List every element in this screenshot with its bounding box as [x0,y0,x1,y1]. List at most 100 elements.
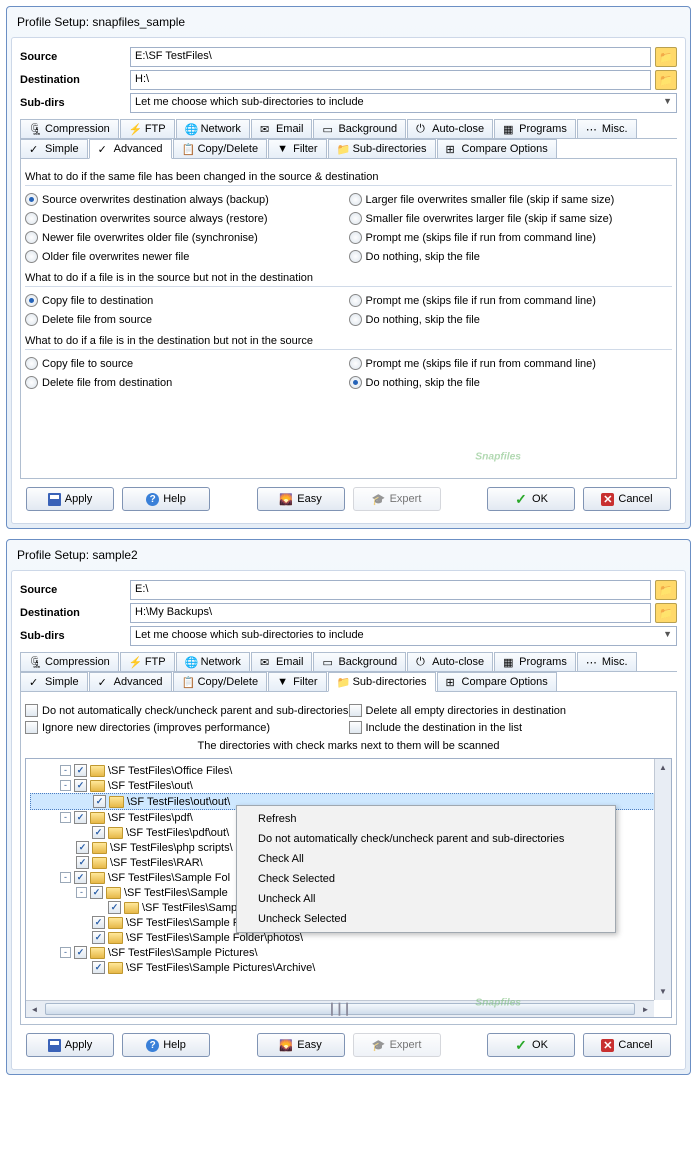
tab-background[interactable]: ▭Background [313,652,406,671]
tab-misc[interactable]: ⋯Misc. [577,652,637,671]
menu-uncheck-all[interactable]: Uncheck All [240,889,612,909]
ok-button[interactable]: ✓OK [487,487,575,511]
destination-input[interactable]: H:\ [130,70,651,90]
tree-checkbox[interactable] [92,931,105,944]
expander-icon[interactable]: - [60,947,71,958]
directory-tree[interactable]: -\SF TestFiles\Office Files\-\SF TestFil… [25,758,672,1018]
source-browse-button[interactable]: 📁 [655,580,677,600]
tree-item[interactable]: -\SF TestFiles\out\ [30,778,667,793]
scroll-up-icon[interactable]: ▲ [655,759,671,776]
cancel-button[interactable]: ✕Cancel [583,1033,671,1057]
destination-browse-button[interactable]: 📁 [655,70,677,90]
expander-icon[interactable]: - [60,872,71,883]
check-include-dest[interactable] [349,721,362,734]
radio-skip-c[interactable] [349,376,362,389]
tree-checkbox[interactable] [76,856,89,869]
tab-background[interactable]: ▭Background [313,119,406,138]
tab-ftp[interactable]: ⚡FTP [120,119,175,138]
tab-subdirectories[interactable]: 📁Sub-directories [328,672,436,692]
tab-simple[interactable]: ✓Simple [20,672,88,691]
radio-prompt-a[interactable] [349,231,362,244]
source-browse-button[interactable]: 📁 [655,47,677,67]
radio-dest-overwrite[interactable] [25,212,38,225]
tab-compression[interactable]: 🗜Compression [20,652,119,671]
tab-email[interactable]: ✉Email [251,119,313,138]
radio-prompt-c[interactable] [349,357,362,370]
subdirs-dropdown[interactable]: Let me choose which sub-directories to i… [130,626,677,646]
tree-checkbox[interactable] [108,901,121,914]
radio-delete-from-src[interactable] [25,313,38,326]
source-input[interactable]: E:\ [130,580,651,600]
tree-item[interactable]: \SF TestFiles\Sample Pictures\Archive\ [30,960,667,975]
radio-skip-a[interactable] [349,250,362,263]
tree-checkbox[interactable] [90,886,103,899]
tree-checkbox[interactable] [74,871,87,884]
horizontal-scrollbar[interactable]: ◄ ┃┃┃ ► [26,1000,654,1017]
help-button[interactable]: ?Help [122,1033,210,1057]
tab-advanced[interactable]: ✓Advanced [89,139,172,159]
scroll-left-icon[interactable]: ◄ [26,1001,43,1017]
easy-button[interactable]: 🌄Easy [257,487,345,511]
tab-ftp[interactable]: ⚡FTP [120,652,175,671]
radio-newer[interactable] [25,231,38,244]
tree-checkbox[interactable] [74,811,87,824]
check-no-auto[interactable] [25,704,38,717]
radio-older[interactable] [25,250,38,263]
tree-checkbox[interactable] [93,795,106,808]
tree-item[interactable]: -\SF TestFiles\Office Files\ [30,763,667,778]
cancel-button[interactable]: ✕Cancel [583,487,671,511]
subdirs-dropdown[interactable]: Let me choose which sub-directories to i… [130,93,677,113]
menu-check-all[interactable]: Check All [240,849,612,869]
tree-checkbox[interactable] [76,841,89,854]
tab-simple[interactable]: ✓Simple [20,139,88,158]
radio-larger[interactable] [349,193,362,206]
tab-autoclose[interactable]: ⏻Auto-close [407,119,493,138]
tab-compareoptions[interactable]: ⊞Compare Options [437,672,557,691]
source-input[interactable]: E:\SF TestFiles\ [130,47,651,67]
tab-autoclose[interactable]: ⏻Auto-close [407,652,493,671]
menu-uncheck-selected[interactable]: Uncheck Selected [240,909,612,929]
tab-copydelete[interactable]: 📋Copy/Delete [173,672,268,691]
radio-delete-from-dest[interactable] [25,376,38,389]
radio-prompt-b[interactable] [349,294,362,307]
destination-browse-button[interactable]: 📁 [655,603,677,623]
radio-copy-to-src[interactable] [25,357,38,370]
expander-icon[interactable]: - [76,887,87,898]
tab-compression[interactable]: 🗜Compression [20,119,119,138]
check-delete-empty[interactable] [349,704,362,717]
tab-compareoptions[interactable]: ⊞Compare Options [437,139,557,158]
apply-button[interactable]: Apply [26,1033,114,1057]
radio-src-overwrite[interactable] [25,193,38,206]
menu-noauto[interactable]: Do not automatically check/uncheck paren… [240,829,612,849]
apply-button[interactable]: Apply [26,487,114,511]
tree-checkbox[interactable] [92,961,105,974]
scroll-right-icon[interactable]: ► [637,1001,654,1017]
scroll-thumb[interactable]: ┃┃┃ [45,1003,635,1015]
tab-misc[interactable]: ⋯Misc. [577,119,637,138]
tab-programs[interactable]: ▦Programs [494,119,576,138]
menu-refresh[interactable]: Refresh [240,809,612,829]
tab-filter[interactable]: ▼Filter [268,139,326,158]
tab-network[interactable]: 🌐Network [176,652,250,671]
expander-icon[interactable]: - [60,812,71,823]
tree-item[interactable]: -\SF TestFiles\Sample Pictures\ [30,945,667,960]
radio-smaller[interactable] [349,212,362,225]
tab-subdirectories[interactable]: 📁Sub-directories [328,139,436,158]
radio-copy-to-dest[interactable] [25,294,38,307]
tab-email[interactable]: ✉Email [251,652,313,671]
check-ignore-new[interactable] [25,721,38,734]
tree-checkbox[interactable] [74,946,87,959]
tab-copydelete[interactable]: 📋Copy/Delete [173,139,268,158]
tree-checkbox[interactable] [92,826,105,839]
destination-input[interactable]: H:\My Backups\ [130,603,651,623]
tab-advanced[interactable]: ✓Advanced [89,672,172,691]
easy-button[interactable]: 🌄Easy [257,1033,345,1057]
tab-programs[interactable]: ▦Programs [494,652,576,671]
radio-skip-b[interactable] [349,313,362,326]
tree-checkbox[interactable] [74,779,87,792]
help-button[interactable]: ?Help [122,487,210,511]
scroll-down-icon[interactable]: ▼ [655,983,671,1000]
expander-icon[interactable]: - [60,765,71,776]
ok-button[interactable]: ✓OK [487,1033,575,1057]
expander-icon[interactable]: - [60,780,71,791]
